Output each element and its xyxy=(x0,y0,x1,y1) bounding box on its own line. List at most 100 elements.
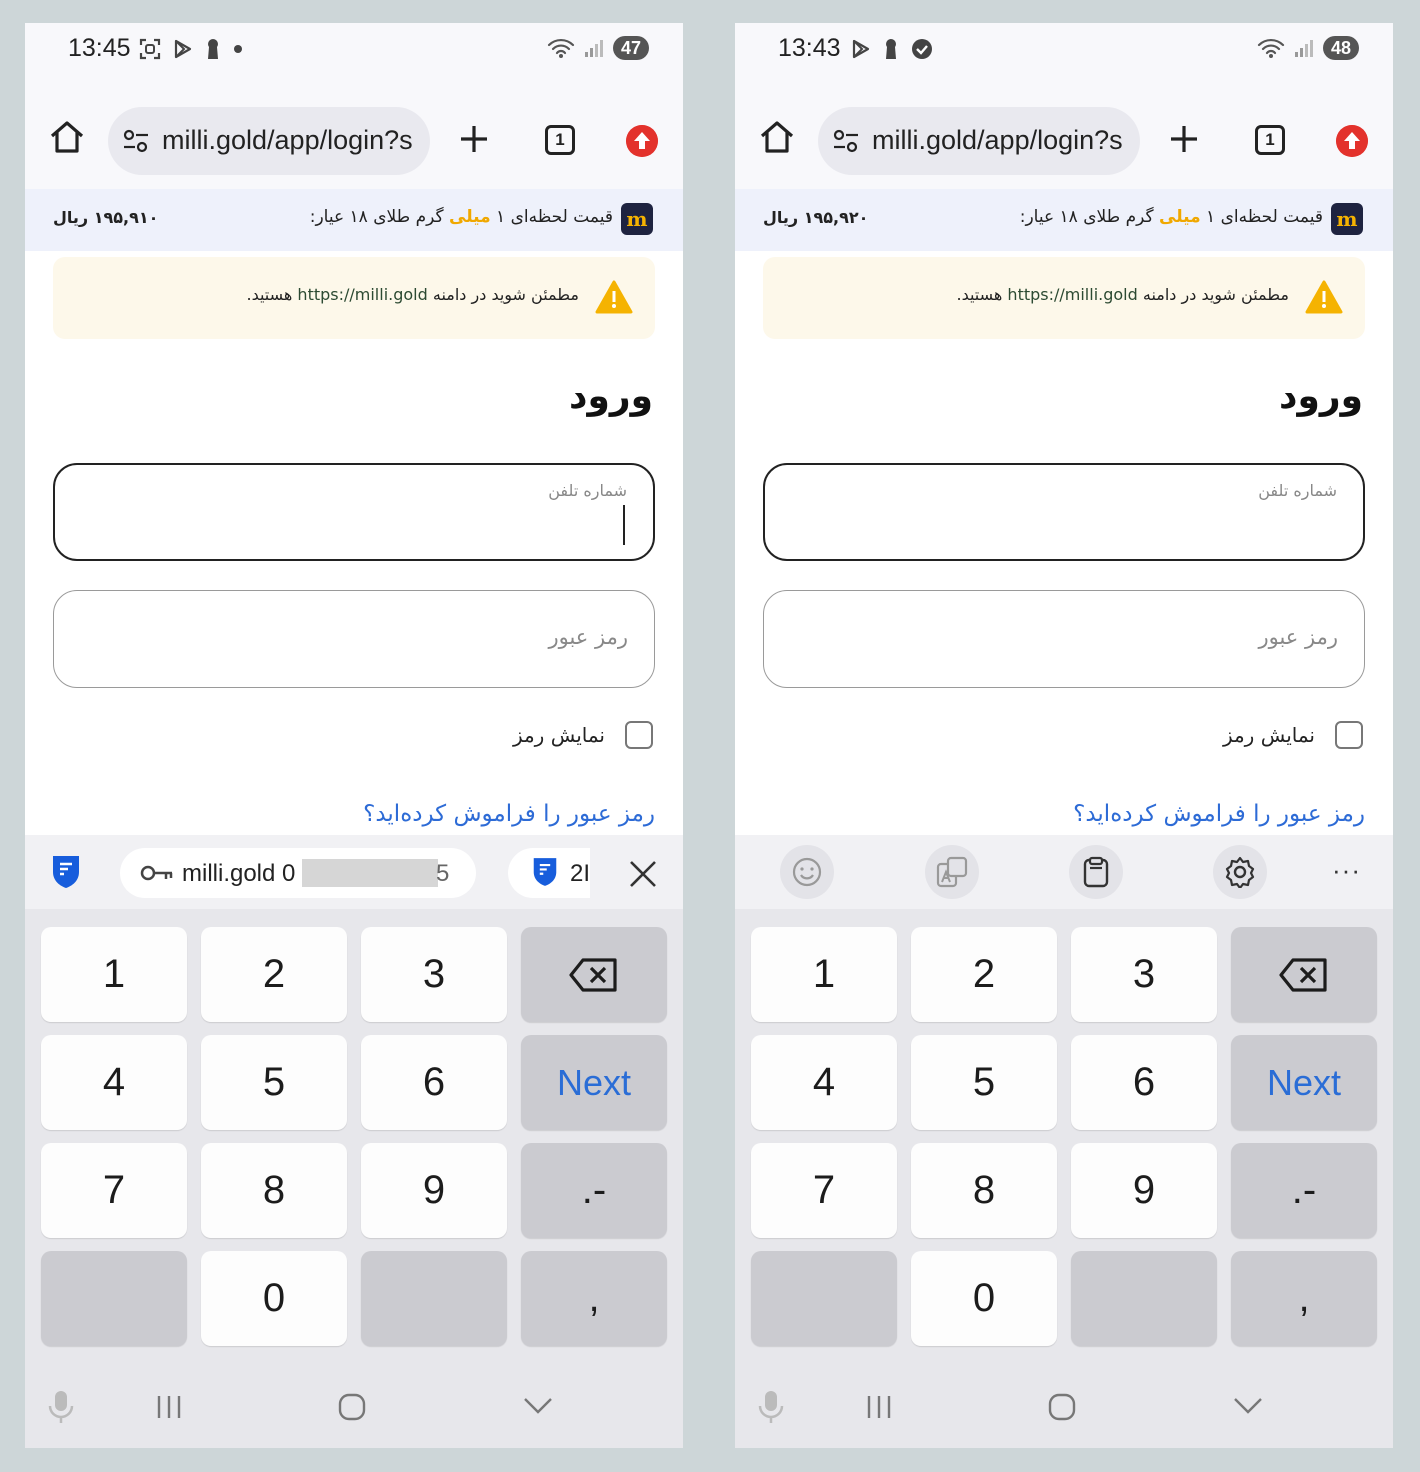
backspace-key[interactable] xyxy=(1231,927,1377,1022)
dot-minus-key[interactable]: .- xyxy=(1231,1143,1377,1238)
more-options-button[interactable]: ··· xyxy=(1332,855,1361,886)
home-icon[interactable] xyxy=(757,117,797,157)
page-title: ورود xyxy=(1279,376,1363,417)
text-cursor xyxy=(623,505,625,545)
screenshot-icon xyxy=(139,38,161,60)
forgot-password-link[interactable]: رمز عبور را فراموش کرده‌اید؟ xyxy=(1073,801,1365,827)
update-icon[interactable] xyxy=(626,125,658,157)
address-bar[interactable]: milli.gold/app/login?s xyxy=(108,107,430,175)
emoji-button[interactable] xyxy=(780,845,834,899)
dot-icon xyxy=(234,45,242,53)
phone-number-input[interactable]: شماره تلفن xyxy=(763,463,1365,561)
domain-warning: مطمئن شوید در دامنه https://milli.gold ه… xyxy=(53,257,655,339)
close-icon[interactable] xyxy=(628,859,658,889)
wifi-icon xyxy=(547,38,575,58)
password-placeholder: رمز عبور xyxy=(548,625,628,649)
comma-key[interactable]: , xyxy=(521,1251,667,1346)
battery-indicator: 48 xyxy=(1323,36,1359,60)
key-0[interactable]: 0 xyxy=(201,1251,347,1346)
clipboard-icon xyxy=(1083,856,1109,888)
phone-number-label: شماره تلفن xyxy=(548,481,627,500)
home-icon[interactable] xyxy=(47,117,87,157)
dot-minus-key[interactable]: .- xyxy=(521,1143,667,1238)
show-password-label: نمایش رمز xyxy=(1222,723,1315,747)
blank-key-2[interactable] xyxy=(361,1251,507,1346)
key-8[interactable]: 8 xyxy=(201,1143,347,1238)
url-text[interactable]: milli.gold/app/login?s xyxy=(162,125,420,156)
key-3[interactable]: 3 xyxy=(1071,927,1217,1022)
phone-number-input[interactable]: شماره تلفن xyxy=(53,463,655,561)
blank-key-2[interactable] xyxy=(1071,1251,1217,1346)
keyhole-icon xyxy=(886,39,896,59)
battery-indicator: 47 xyxy=(613,36,649,60)
show-password-checkbox[interactable] xyxy=(625,721,653,749)
key-1[interactable]: 1 xyxy=(41,927,187,1022)
key-2[interactable]: 2 xyxy=(201,927,347,1022)
blank-key[interactable] xyxy=(751,1251,897,1346)
key-1[interactable]: 1 xyxy=(751,927,897,1022)
key-7[interactable]: 7 xyxy=(41,1143,187,1238)
phone-screen-right: 13:43 48 milli.gold/app/login?s 1 m قیمت… xyxy=(735,23,1393,1448)
translate-button[interactable] xyxy=(925,845,979,899)
milli-logo-icon: m xyxy=(1331,203,1363,235)
update-icon[interactable] xyxy=(1336,125,1368,157)
gold-price-banner: m قیمت لحظه‌ای ۱ میلی گرم طلای ۱۸ عیار: … xyxy=(735,189,1393,251)
password-input[interactable]: رمز عبور xyxy=(763,590,1365,688)
key-3[interactable]: 3 xyxy=(361,927,507,1022)
key-5[interactable]: 5 xyxy=(201,1035,347,1130)
bitwarden-shield-icon[interactable] xyxy=(51,854,81,890)
microphone-icon[interactable] xyxy=(757,1389,785,1425)
microphone-icon[interactable] xyxy=(47,1389,75,1425)
chevron-down-icon[interactable] xyxy=(523,1397,553,1415)
key-6[interactable]: 6 xyxy=(1071,1035,1217,1130)
home-nav-icon[interactable] xyxy=(1048,1393,1076,1421)
next-key[interactable]: Next xyxy=(521,1035,667,1130)
forgot-password-link[interactable]: رمز عبور را فراموش کرده‌اید؟ xyxy=(363,801,655,827)
new-tab-icon[interactable] xyxy=(1168,123,1200,155)
password-input[interactable]: رمز عبور xyxy=(53,590,655,688)
recent-apps-icon[interactable] xyxy=(155,1394,183,1420)
show-password-checkbox[interactable] xyxy=(1335,721,1363,749)
key-6[interactable]: 6 xyxy=(361,1035,507,1130)
suggestion-text: milli.gold 0 xyxy=(182,860,296,887)
backspace-icon xyxy=(569,957,617,992)
tab-switcher-button[interactable]: 1 xyxy=(545,125,575,155)
play-store-icon xyxy=(174,39,192,59)
address-bar[interactable]: milli.gold/app/login?s xyxy=(818,107,1140,175)
key-2[interactable]: 2 xyxy=(911,927,1057,1022)
warning-icon xyxy=(1305,280,1343,314)
status-bar: 13:43 48 xyxy=(735,23,1393,79)
system-nav-bar xyxy=(25,1363,683,1448)
recent-apps-icon[interactable] xyxy=(865,1394,893,1420)
key-9[interactable]: 9 xyxy=(1071,1143,1217,1238)
next-key[interactable]: Next xyxy=(1231,1035,1377,1130)
page-title: ورود xyxy=(569,376,653,417)
second-suggestion-chip[interactable]: 2I xyxy=(508,848,590,898)
price-label: قیمت لحظه‌ای ۱ میلی گرم طلای ۱۸ عیار: xyxy=(1019,207,1323,227)
key-5[interactable]: 5 xyxy=(911,1035,1057,1130)
key-0[interactable]: 0 xyxy=(911,1251,1057,1346)
site-settings-icon[interactable] xyxy=(122,129,150,153)
credential-suggestion-chip[interactable]: milli.gold 0 5 xyxy=(120,848,476,898)
blank-key[interactable] xyxy=(41,1251,187,1346)
new-tab-icon[interactable] xyxy=(458,123,490,155)
price-label: قیمت لحظه‌ای ۱ میلی گرم طلای ۱۸ عیار: xyxy=(309,207,613,227)
url-text[interactable]: milli.gold/app/login?s xyxy=(872,125,1130,156)
key-7[interactable]: 7 xyxy=(751,1143,897,1238)
chevron-down-icon[interactable] xyxy=(1233,1397,1263,1415)
key-8[interactable]: 8 xyxy=(911,1143,1057,1238)
show-password-toggle[interactable]: نمایش رمز xyxy=(513,721,653,749)
clipboard-button[interactable] xyxy=(1069,845,1123,899)
settings-button[interactable] xyxy=(1213,845,1267,899)
tab-switcher-button[interactable]: 1 xyxy=(1255,125,1285,155)
key-9[interactable]: 9 xyxy=(361,1143,507,1238)
key-4[interactable]: 4 xyxy=(751,1035,897,1130)
comma-key[interactable]: , xyxy=(1231,1251,1377,1346)
key-icon xyxy=(140,865,173,881)
site-settings-icon[interactable] xyxy=(832,129,860,153)
key-4[interactable]: 4 xyxy=(41,1035,187,1130)
home-nav-icon[interactable] xyxy=(338,1393,366,1421)
browser-toolbar: milli.gold/app/login?s 1 xyxy=(25,79,683,189)
backspace-key[interactable] xyxy=(521,927,667,1022)
show-password-toggle[interactable]: نمایش رمز xyxy=(1223,721,1363,749)
